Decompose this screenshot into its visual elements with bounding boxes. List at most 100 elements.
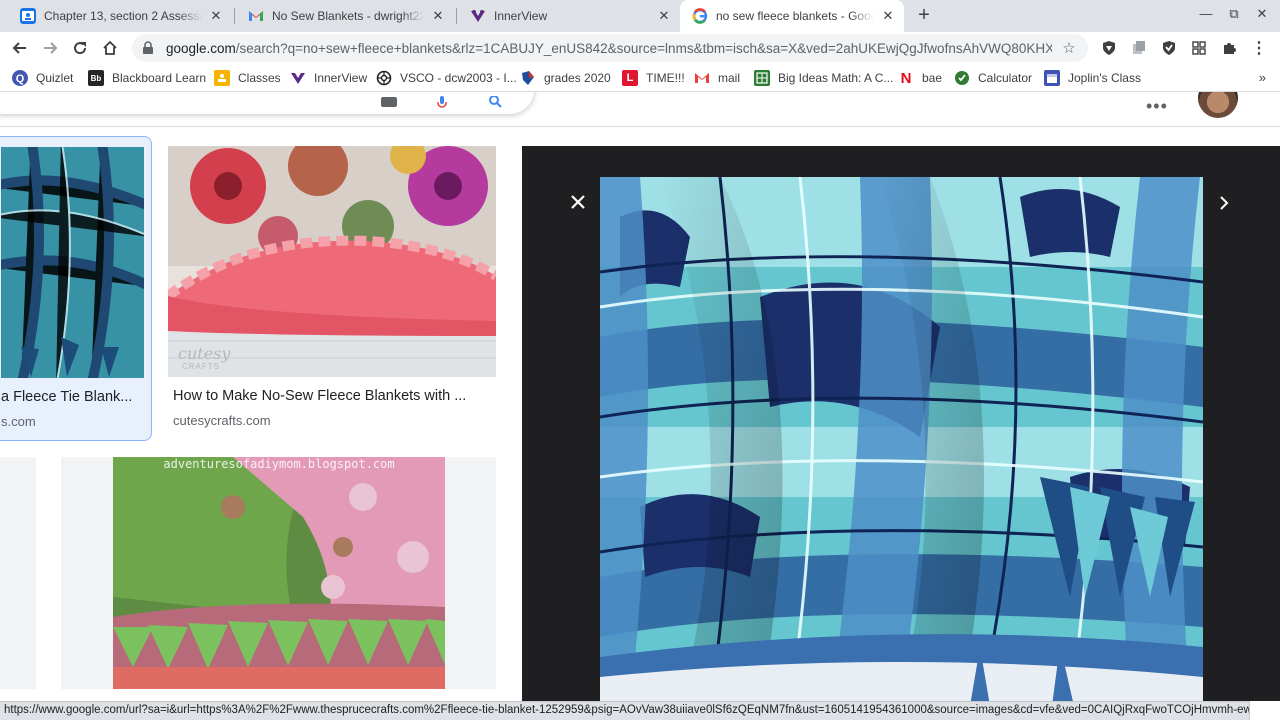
image-result[interactable]: adventuresofadiymom.blogspot.com (61, 457, 496, 689)
netflix-icon: N (900, 69, 912, 87)
bigideas-icon (754, 70, 770, 86)
home-icon[interactable] (98, 36, 122, 60)
fleece-tie-blanket-thumbnail[interactable] (1, 147, 144, 378)
bookmarks-bar: Q Quizlet Bb Blackboard Learn Classes In… (0, 64, 1280, 92)
gmail-icon (248, 8, 264, 24)
address-bar[interactable]: google.com/search?q=no+sew+fleece+blanke… (132, 34, 1088, 62)
tab-title: No Sew Blankets - dwright22@cs (272, 9, 424, 23)
bookmark-label: grades 2020 (544, 71, 611, 85)
bookmark-label: Blackboard Learn (112, 71, 207, 85)
tab-innerview[interactable]: InnerView ✕ (458, 0, 680, 32)
url-path: /search?q=no+sew+fleece+blankets&rlz=1CA… (235, 40, 1052, 56)
bookmark-label: InnerView (314, 71, 368, 85)
watermark-text: CRAFTS (182, 362, 220, 371)
close-window-icon[interactable]: ✕ (1252, 6, 1272, 22)
cutesy-crafts-thumbnail[interactable]: cutesy CRAFTS (168, 146, 496, 377)
lock-icon[interactable] (142, 41, 156, 55)
bookmark-label: Big Ideas Math: A C... (778, 71, 894, 85)
tab-title: no sew fleece blankets - Google Search (716, 9, 874, 23)
svg-text:Q: Q (16, 73, 25, 85)
grid-extension-icon[interactable] (1190, 39, 1208, 57)
camera-icon[interactable] (380, 94, 398, 108)
adventures-diy-thumbnail[interactable]: adventuresofadiymom.blogspot.com (113, 457, 445, 689)
google-icon (692, 8, 708, 24)
classes-icon (20, 8, 36, 24)
shield-extension-icon[interactable] (1100, 39, 1118, 57)
apps-grid-icon[interactable]: ••• (1146, 96, 1168, 117)
bookmark-label: Classes (238, 71, 281, 85)
bookmark-time[interactable]: L TIME!!! (622, 69, 685, 87)
bookmark-label: mail (718, 71, 741, 85)
bookmark-calculator[interactable]: Calculator (954, 69, 1032, 87)
restore-icon[interactable]: ⧉ (1224, 6, 1244, 22)
tab-chapter-13[interactable]: Chapter 13, section 2 Assessment ✕ (8, 0, 232, 32)
bookmark-big-ideas[interactable]: Big Ideas Math: A C... (754, 69, 893, 87)
image-preview-panel (522, 146, 1280, 701)
next-image-icon[interactable] (1208, 187, 1240, 219)
watermark-text: cutesy (178, 344, 231, 363)
new-tab-button[interactable]: + (912, 4, 936, 28)
image-result-cropped[interactable] (0, 457, 36, 689)
tab-title: Chapter 13, section 2 Assessment (44, 9, 202, 23)
bookmark-quizlet[interactable]: Q Quizlet (12, 69, 73, 87)
tab-close-icon[interactable]: ✕ (656, 8, 672, 24)
bookmark-label: VSCO - dcw2003 - I... (400, 71, 517, 85)
url-host: google.com (166, 40, 236, 56)
bookmark-grades[interactable]: grades 2020 (520, 69, 611, 87)
back-icon[interactable] (8, 36, 32, 60)
blackboard-icon: Bb (88, 70, 104, 86)
search-icon[interactable] (488, 96, 502, 108)
gmail-icon (694, 70, 710, 86)
tab-close-icon[interactable]: ✕ (880, 8, 896, 24)
tab-strip: Chapter 13, section 2 Assessment ✕ No Se… (0, 0, 1280, 32)
browser-toolbar: google.com/search?q=no+sew+fleece+blanke… (0, 32, 1280, 64)
google-header: ••• (0, 92, 1280, 127)
bookmark-blackboard[interactable]: Bb Blackboard Learn (88, 69, 206, 87)
innerview-icon (290, 70, 306, 86)
tab-no-sew-blankets[interactable]: No Sew Blankets - dwright22@cs ✕ (236, 0, 454, 32)
vpn-extension-icon[interactable] (1160, 39, 1178, 57)
bookmark-vsco[interactable]: VSCO - dcw2003 - I... (376, 69, 517, 87)
bookmark-star-icon[interactable]: ☆ (1060, 39, 1078, 57)
image-result[interactable]: cutesy CRAFTS How to Make No-Sew Fleece … (168, 146, 498, 436)
copy-extension-icon[interactable] (1130, 39, 1148, 57)
close-icon[interactable] (562, 186, 594, 218)
url-text: google.com/search?q=no+sew+fleece+blanke… (166, 41, 1052, 56)
result-title[interactable]: a Fleece Tie Blank... (1, 389, 141, 405)
bookmark-label: Joplin's Class (1068, 71, 1141, 85)
bookmark-joplins-class[interactable]: Joplin's Class (1044, 69, 1141, 87)
chrome-menu-icon[interactable]: ⋮ (1250, 39, 1268, 57)
watermark-text: adventuresofadiymom.blogspot.com (163, 457, 395, 471)
extensions-puzzle-icon[interactable] (1220, 39, 1238, 57)
large-preview-image[interactable] (600, 177, 1203, 701)
reload-icon[interactable] (68, 36, 92, 60)
bookmark-mail[interactable]: mail (694, 69, 740, 87)
bookmark-label: TIME!!! (646, 71, 685, 85)
calendar-icon (1044, 70, 1060, 86)
bookmark-bae[interactable]: N bae (898, 69, 942, 87)
result-site[interactable]: s.com (1, 414, 36, 429)
grades-icon (520, 70, 536, 86)
tab-close-icon[interactable]: ✕ (208, 8, 224, 24)
bookmark-innerview[interactable]: InnerView (290, 69, 367, 87)
bookmark-label: Quizlet (36, 71, 74, 85)
mic-icon[interactable] (436, 96, 448, 110)
vsco-icon (376, 70, 392, 86)
quizlet-icon: Q (12, 70, 28, 86)
avatar[interactable] (1198, 92, 1238, 118)
bookmark-label: Calculator (978, 71, 1033, 85)
minimize-icon[interactable]: — (1196, 6, 1216, 21)
tab-google-search[interactable]: no sew fleece blankets - Google Search ✕ (680, 0, 904, 32)
bookmark-classes[interactable]: Classes (214, 69, 281, 87)
google-images-page: ••• a Fleece Tie Blank... s.com cutesy C… (0, 92, 1280, 701)
result-title[interactable]: How to Make No-Sew Fleece Blankets with … (173, 388, 495, 404)
result-site[interactable]: cutesycrafts.com (173, 413, 271, 428)
bookmarks-overflow-icon[interactable]: » (1259, 70, 1266, 85)
tab-close-icon[interactable]: ✕ (430, 8, 446, 24)
time-icon: L (622, 70, 638, 86)
innerview-icon (470, 8, 486, 24)
image-result-selected[interactable]: a Fleece Tie Blank... s.com (0, 136, 152, 441)
calculator-icon (954, 70, 970, 86)
forward-icon[interactable] (38, 36, 62, 60)
search-box[interactable] (0, 92, 534, 114)
